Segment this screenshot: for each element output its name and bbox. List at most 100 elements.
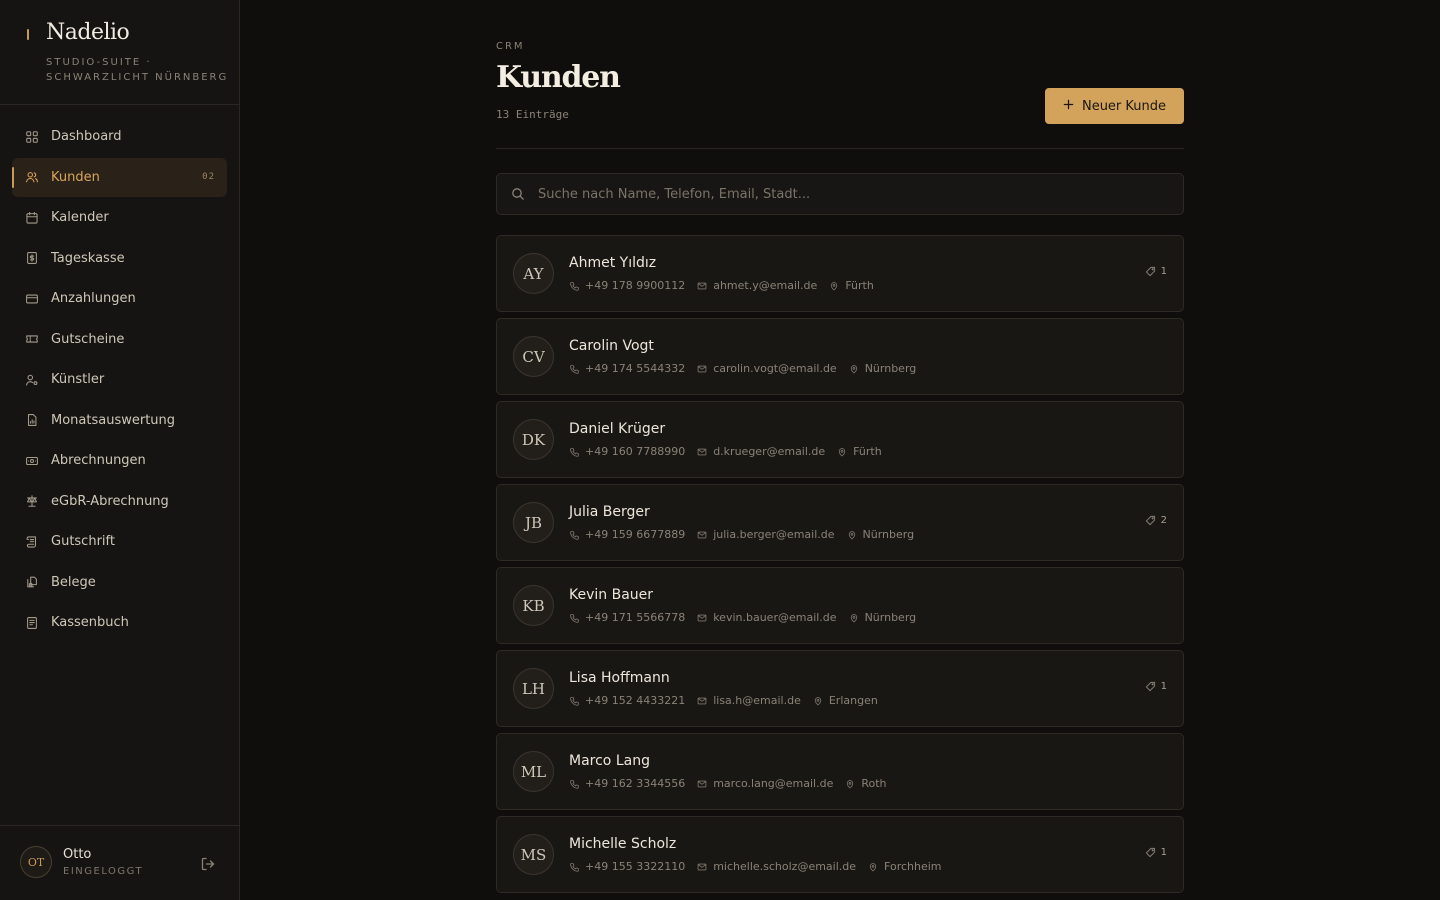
user-avatar[interactable]: OT	[20, 846, 52, 878]
sidebar-item-kassenbuch[interactable]: Kassenbuch	[12, 603, 227, 642]
phone-icon	[570, 364, 579, 374]
customer-city: Fürth	[845, 279, 874, 292]
mail-icon	[697, 863, 707, 870]
customer-row[interactable]: ML Marco Lang +49 162 3344556 marco.lang@em…	[496, 733, 1184, 810]
customer-row[interactable]: DK Daniel Krüger +49 160 7788990 d.krueger@…	[496, 401, 1184, 478]
location-pin-icon	[847, 779, 854, 788]
customer-row[interactable]: LH Lisa Hoffmann +49 152 4433221 lisa.h@ema…	[496, 650, 1184, 727]
customer-name: Daniel Krüger	[569, 421, 666, 437]
customer-email: carolin.vogt@email.de	[713, 362, 837, 375]
phone-icon	[570, 613, 579, 623]
location-pin-icon	[814, 696, 822, 705]
plus-icon	[1063, 99, 1074, 114]
entry-count: 13 Einträge	[496, 108, 569, 121]
customer-avatar: DK	[513, 419, 554, 460]
mail-icon	[697, 697, 707, 704]
customer-name: Marco Lang	[569, 753, 650, 769]
customer-avatar: JB	[513, 502, 554, 543]
new-customer-button[interactable]: Neuer Kunde	[1045, 88, 1184, 124]
sidebar-item-monatsauswertung[interactable]: Monatsauswertung	[12, 401, 227, 440]
location-pin-icon	[869, 862, 877, 871]
sidebar-item-kalender[interactable]: Kalender	[12, 198, 227, 237]
documents-icon	[25, 575, 39, 589]
customer-row[interactable]: KB Kevin Bauer +49 171 5566778 kevin.bauer@…	[496, 567, 1184, 644]
sidebar-item-anzahlungen[interactable]: Anzahlungen	[12, 279, 227, 318]
location-pin-icon	[839, 447, 846, 456]
phone-icon	[570, 447, 579, 457]
banknote-icon	[25, 454, 39, 468]
search-input[interactable]	[538, 186, 1183, 202]
customer-email: marco.lang@email.de	[713, 777, 834, 790]
sidebar-item-egbr-abrechnung[interactable]: eGbR-Abrechnung	[12, 482, 227, 521]
brand: Nadelio STUDIO-SUITE · SCHWARZLICHT NÜRN…	[0, 0, 239, 105]
customer-meta: +49 152 4433221 lisa.h@email.de Erlangen	[569, 694, 890, 707]
customer-city: Nürnberg	[862, 528, 915, 541]
tag-icon	[1145, 266, 1155, 277]
customer-name: Carolin Vogt	[569, 338, 654, 354]
logout-icon[interactable]	[200, 856, 216, 872]
tag-count: 1	[1160, 681, 1167, 692]
customer-row[interactable]: JB Julia Berger +49 159 6677889 julia.berge…	[496, 484, 1184, 561]
calendar-icon	[25, 211, 39, 225]
sidebar-item-tageskasse[interactable]: Tageskasse	[12, 239, 227, 278]
customer-email: lisa.h@email.de	[713, 694, 801, 707]
customer-email: ahmet.y@email.de	[713, 279, 818, 292]
sidebar-item-künstler[interactable]: Künstler	[12, 360, 227, 399]
sidebar-item-label: Kunden	[51, 169, 100, 185]
tag-count: 1	[1160, 266, 1167, 277]
location-pin-icon	[850, 613, 857, 622]
customer-phone: +49 152 4433221	[585, 694, 686, 707]
sidebar-item-abrechnungen[interactable]: Abrechnungen	[12, 441, 227, 480]
new-customer-label: Neuer Kunde	[1081, 98, 1167, 114]
customer-meta: +49 155 3322110 michelle.scholz@email.de F…	[569, 860, 954, 873]
tag-icon	[1145, 681, 1155, 692]
search-icon	[511, 187, 525, 201]
customer-name: Julia Berger	[569, 504, 650, 520]
customer-row[interactable]: AY Ahmet Yıldız +49 178 9900112 ahmet.y@ema…	[496, 235, 1184, 312]
mail-icon	[697, 531, 707, 538]
sidebar-item-label: Monatsauswertung	[51, 412, 176, 428]
customer-city: Nürnberg	[864, 611, 917, 624]
customer-city: Fürth	[853, 445, 882, 458]
customer-row[interactable]: CV Carolin Vogt +49 174 5544332 carolin.vog…	[496, 318, 1184, 395]
user-name: Otto	[63, 847, 92, 862]
phone-icon	[570, 530, 579, 540]
sidebar-item-belege[interactable]: Belege	[12, 563, 227, 602]
customer-tag-count: 1	[1145, 681, 1167, 692]
mail-icon	[697, 448, 707, 455]
customer-email: d.krueger@email.de	[713, 445, 826, 458]
customer-avatar: LH	[513, 668, 554, 709]
sidebar-item-kunden[interactable]: Kunden 02	[12, 157, 227, 197]
sidebar-item-label: Kassenbuch	[51, 615, 129, 630]
sidebar: Nadelio STUDIO-SUITE · SCHWARZLICHT NÜRN…	[0, 0, 240, 900]
report-icon	[25, 413, 39, 427]
customer-row[interactable]: MS Michelle Scholz +49 155 3322110 michelle…	[496, 816, 1184, 893]
sidebar-item-dashboard[interactable]: Dashboard	[12, 117, 227, 156]
customer-name: Michelle Scholz	[569, 836, 677, 852]
page-title: Kunden	[496, 60, 621, 95]
customer-tag-count: 1	[1145, 266, 1167, 277]
phone-icon	[570, 862, 579, 872]
customer-phone: +49 155 3322110	[585, 860, 686, 873]
sidebar-item-label: Gutschrift	[51, 534, 115, 549]
mail-icon	[697, 282, 707, 289]
artist-icon	[25, 373, 39, 387]
customer-email: julia.berger@email.de	[713, 528, 835, 541]
dashboard-icon	[25, 130, 39, 144]
sidebar-item-gutschrift[interactable]: Gutschrift	[12, 522, 227, 561]
ticket-icon	[25, 332, 39, 346]
sidebar-item-label: Tageskasse	[51, 250, 125, 266]
sidebar-item-gutscheine[interactable]: Gutscheine	[12, 320, 227, 359]
mail-icon	[697, 614, 707, 621]
location-pin-icon	[848, 530, 855, 539]
customer-name: Lisa Hoffmann	[569, 670, 670, 686]
users-icon	[25, 170, 39, 184]
phone-icon	[570, 696, 579, 706]
sidebar-item-label: Künstler	[51, 372, 105, 387]
user-status: EINGELOGGT	[63, 866, 144, 877]
customer-avatar: ML	[513, 751, 554, 792]
customer-meta: +49 162 3344556 marco.lang@email.de Roth	[569, 777, 899, 790]
customer-meta: +49 171 5566778 kevin.bauer@email.de Nürnb…	[569, 611, 928, 624]
customer-phone: +49 174 5544332	[585, 362, 686, 375]
customer-avatar: KB	[513, 585, 554, 626]
